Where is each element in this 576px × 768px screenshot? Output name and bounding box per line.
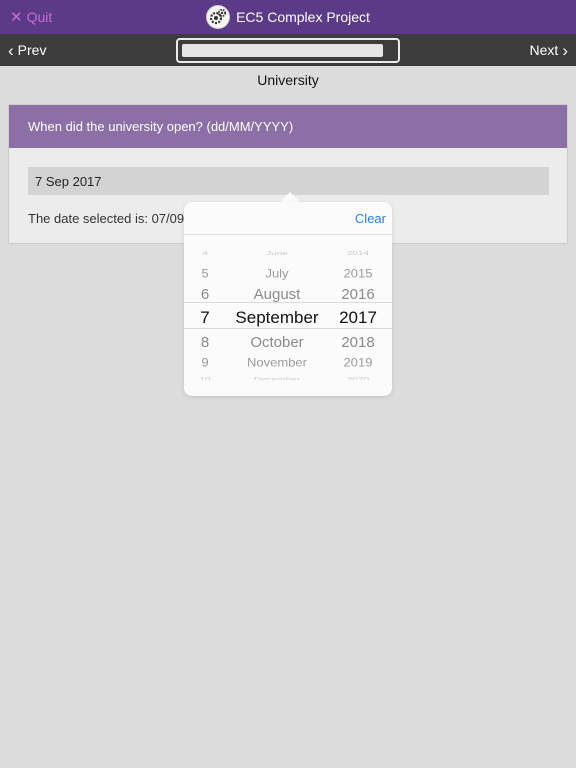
- gears-icon: [206, 5, 231, 29]
- prev-label: Prev: [17, 42, 47, 58]
- app-title-group: EC5 Complex Project: [0, 0, 576, 34]
- prev-button[interactable]: ‹ Prev: [8, 40, 46, 60]
- year-option[interactable]: 2019: [334, 356, 382, 370]
- month-option[interactable]: June: [230, 250, 324, 256]
- year-option[interactable]: 2018: [334, 334, 382, 351]
- popover-divider: [184, 234, 392, 235]
- next-button[interactable]: Next ›: [530, 40, 568, 60]
- popover-arrow: [280, 192, 300, 202]
- clear-button[interactable]: Clear: [355, 211, 386, 226]
- day-option[interactable]: 7: [192, 308, 218, 328]
- month-wheel[interactable]: June July August September October November De…: [230, 246, 324, 380]
- app-header: ✕ Quit EC5 Complex Project: [0, 0, 576, 34]
- date-picker-wheel[interactable]: 4 5 6 7 8 9 10 June July August September October N…: [184, 246, 392, 380]
- month-option[interactable]: November: [230, 356, 324, 370]
- day-option[interactable]: 6: [192, 286, 218, 303]
- chevron-left-icon: ‹: [8, 40, 14, 60]
- day-option[interactable]: 8: [192, 334, 218, 351]
- day-option[interactable]: 5: [192, 267, 218, 281]
- month-option[interactable]: July: [230, 267, 324, 281]
- day-wheel[interactable]: 4 5 6 7 8 9 10: [192, 246, 218, 380]
- year-option[interactable]: 2015: [334, 267, 382, 281]
- month-option[interactable]: August: [230, 286, 324, 303]
- page-title: University: [257, 72, 319, 88]
- progress-bar: [176, 38, 400, 63]
- day-option[interactable]: 4: [192, 250, 218, 256]
- progress-fill: [182, 44, 383, 57]
- question-text: When did the university open? (dd/MM/YYY…: [9, 105, 567, 148]
- month-option[interactable]: December: [230, 376, 324, 380]
- year-option[interactable]: 2020: [334, 376, 382, 380]
- day-option[interactable]: 9: [192, 356, 218, 370]
- year-wheel[interactable]: 2014 2015 2016 2017 2018 2019 2020: [334, 246, 382, 380]
- year-option[interactable]: 2014: [334, 250, 382, 256]
- date-input[interactable]: 7 Sep 2017: [28, 167, 549, 195]
- year-option[interactable]: 2016: [334, 286, 382, 303]
- month-option[interactable]: October: [230, 334, 324, 351]
- month-option[interactable]: September: [230, 308, 324, 328]
- app-title: EC5 Complex Project: [236, 9, 370, 25]
- day-option[interactable]: 10: [192, 376, 218, 380]
- date-picker-popover: Clear 4 5 6 7 8 9 10 June July August September Oc…: [184, 202, 392, 396]
- navigation-bar: ‹ Prev Next ›: [0, 34, 576, 66]
- next-label: Next: [529, 42, 559, 58]
- chevron-right-icon: ›: [562, 40, 568, 60]
- year-option[interactable]: 2017: [334, 308, 382, 328]
